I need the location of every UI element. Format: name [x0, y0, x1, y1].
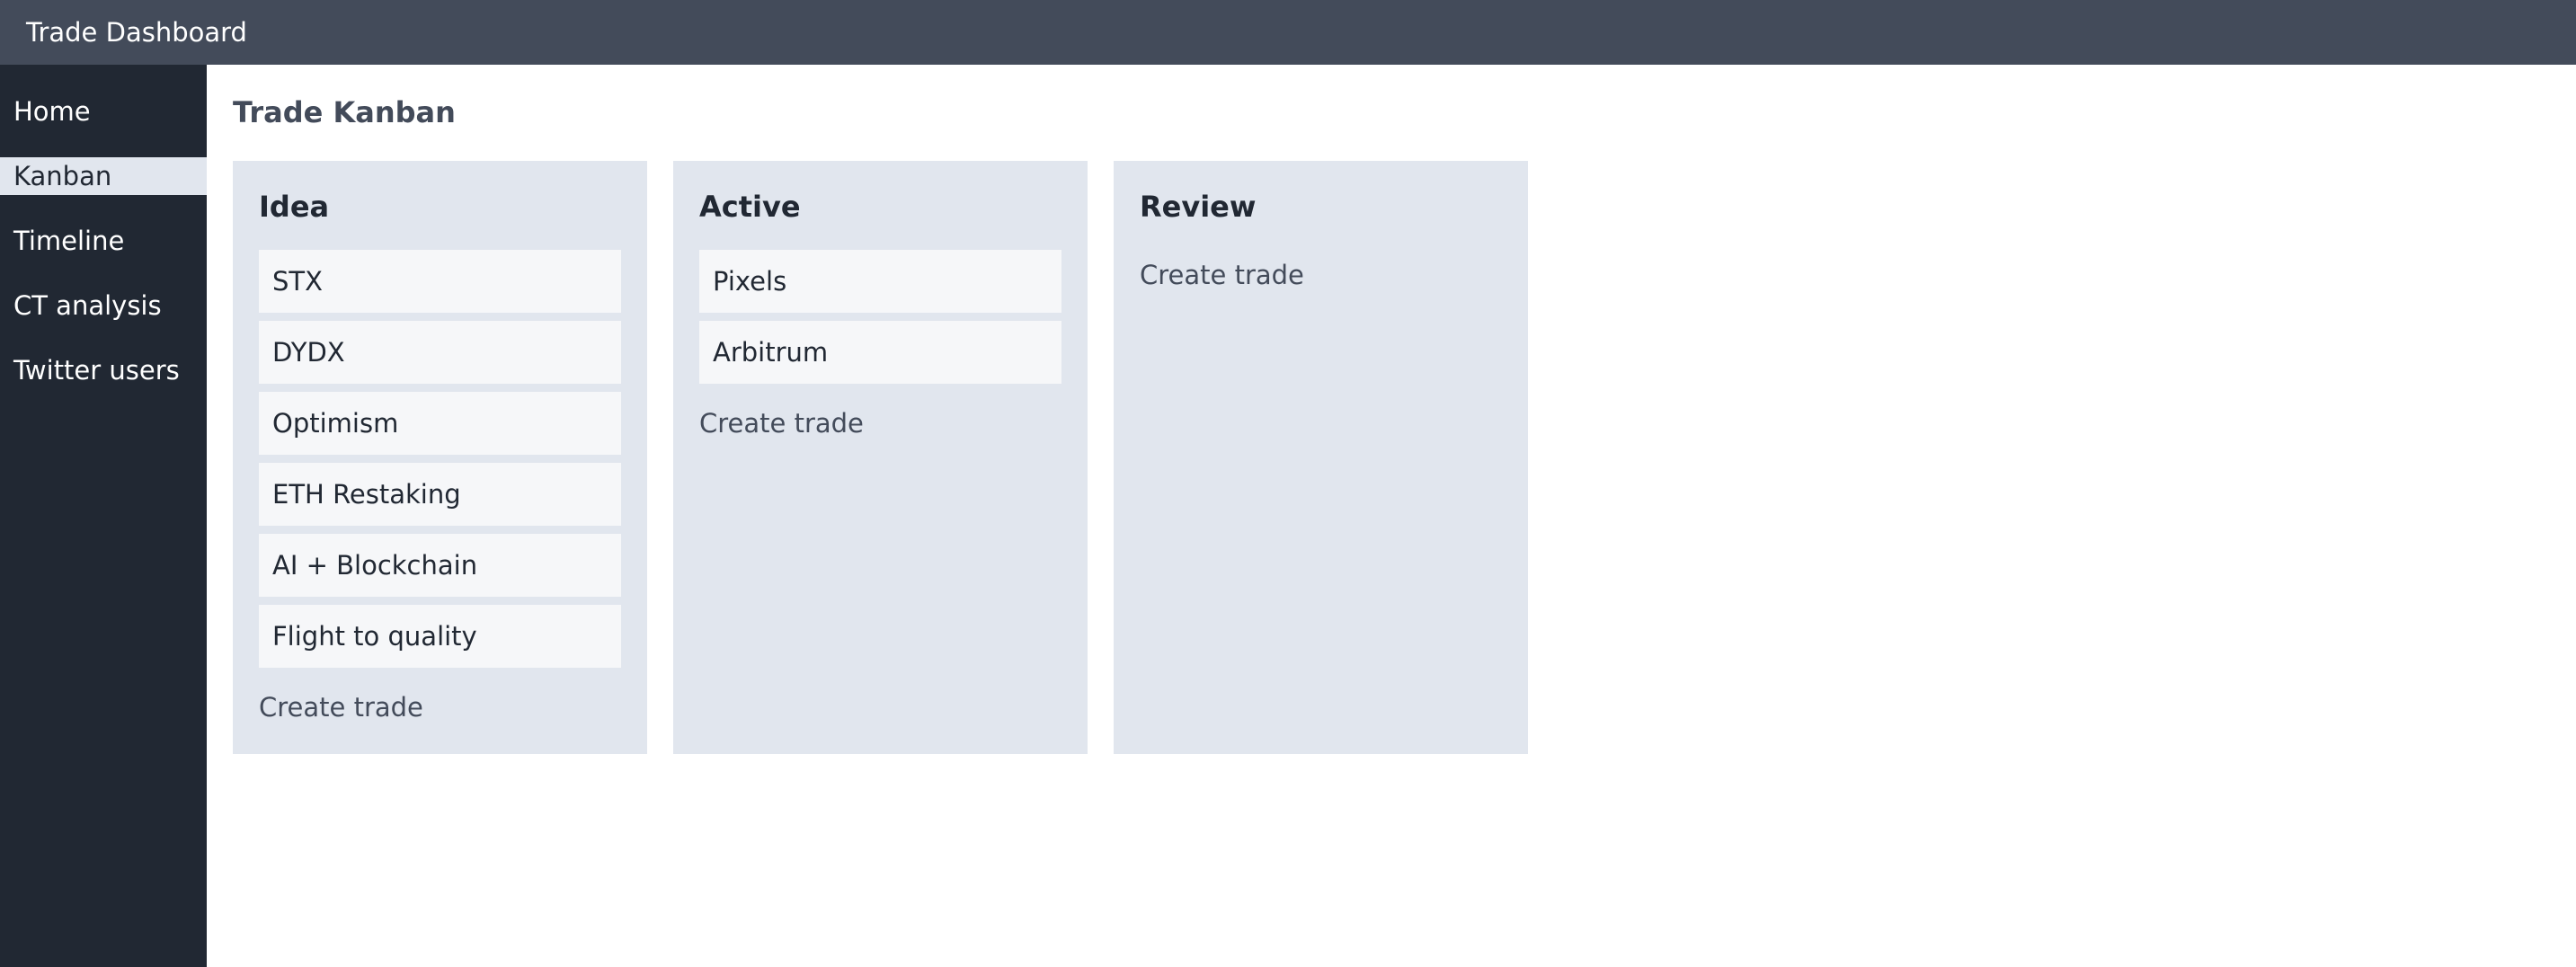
sidebar: Home Kanban Timeline CT analysis Twitter… [0, 65, 207, 967]
column-title: Idea [259, 190, 330, 224]
trade-card[interactable]: AI + Blockchain [259, 534, 621, 597]
trade-card[interactable]: Flight to quality [259, 605, 621, 668]
column-title: Active [699, 190, 801, 224]
kanban-column-active: Active Pixels Arbitrum Create trade [673, 161, 1088, 754]
trade-card[interactable]: Arbitrum [699, 321, 1061, 384]
sidebar-item-timeline[interactable]: Timeline [0, 222, 207, 260]
create-trade-button[interactable]: Create trade [259, 692, 423, 723]
sidebar-item-ct-analysis[interactable]: CT analysis [0, 287, 207, 324]
trade-card[interactable]: ETH Restaking [259, 463, 621, 526]
sidebar-item-twitter-users[interactable]: Twitter users [0, 351, 207, 389]
sidebar-item-home[interactable]: Home [0, 93, 207, 130]
top-bar: Trade Dashboard [0, 0, 2576, 65]
trade-card[interactable]: Optimism [259, 392, 621, 455]
trade-card[interactable]: DYDX [259, 321, 621, 384]
sidebar-item-kanban[interactable]: Kanban [0, 157, 207, 195]
page-title: Trade Kanban [233, 95, 456, 129]
create-trade-button[interactable]: Create trade [699, 408, 864, 439]
create-trade-button[interactable]: Create trade [1140, 260, 1304, 290]
main-content: Trade Kanban Idea STX DYDX Optimism ETH … [207, 65, 2576, 967]
trade-card[interactable]: STX [259, 250, 621, 313]
trade-card[interactable]: Pixels [699, 250, 1061, 313]
kanban-column-review: Review Create trade [1114, 161, 1528, 754]
kanban-column-idea: Idea STX DYDX Optimism ETH Restaking AI … [233, 161, 647, 754]
app-title: Trade Dashboard [26, 17, 247, 48]
column-title: Review [1140, 190, 1257, 224]
